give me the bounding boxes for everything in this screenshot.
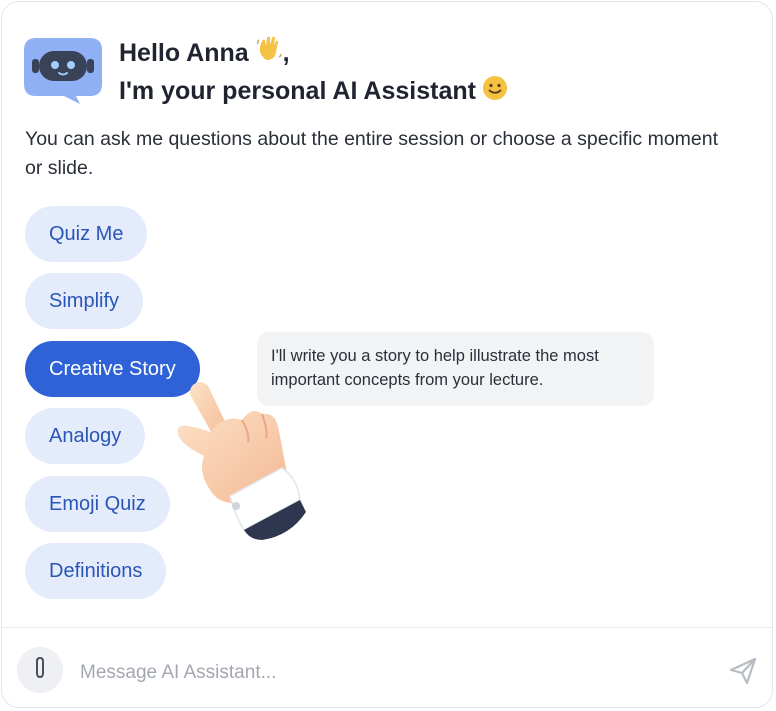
paperclip-icon: [30, 656, 50, 685]
greeting-comma: ,: [282, 39, 290, 67]
greeting-name-text: Hello Anna: [119, 39, 249, 67]
smiling-face-icon: [482, 75, 508, 111]
attach-button[interactable]: [17, 647, 63, 693]
definitions-button[interactable]: Definitions: [25, 543, 167, 599]
send-button[interactable]: [726, 656, 760, 690]
greeting-subtitle-text: I'm your personal AI Assistant: [119, 77, 476, 106]
emoji-quiz-button[interactable]: Emoji Quiz: [25, 476, 170, 532]
assistant-card: Hello Anna , I'm your personal AI Assist…: [1, 1, 773, 708]
waving-hand-icon: [255, 35, 283, 73]
creative-story-tooltip: I'll write you a story to help illustrat…: [257, 332, 654, 406]
quiz-me-button[interactable]: Quiz Me: [25, 206, 148, 262]
message-input[interactable]: [78, 656, 682, 690]
pointing-hand-icon: [170, 372, 310, 542]
greeting-line-2: I'm your personal AI Assistant: [119, 73, 508, 110]
send-icon: [728, 656, 758, 691]
composer-divider: [2, 627, 772, 628]
analogy-button[interactable]: Analogy: [25, 408, 146, 464]
intro-text: You can ask me questions about the entir…: [25, 128, 719, 179]
simplify-button[interactable]: Simplify: [25, 273, 144, 329]
greeting-line-1: Hello Anna ,: [119, 35, 508, 73]
robot-avatar-icon: [24, 32, 104, 104]
greeting-heading: Hello Anna , I'm your personal AI Assist…: [119, 35, 508, 111]
